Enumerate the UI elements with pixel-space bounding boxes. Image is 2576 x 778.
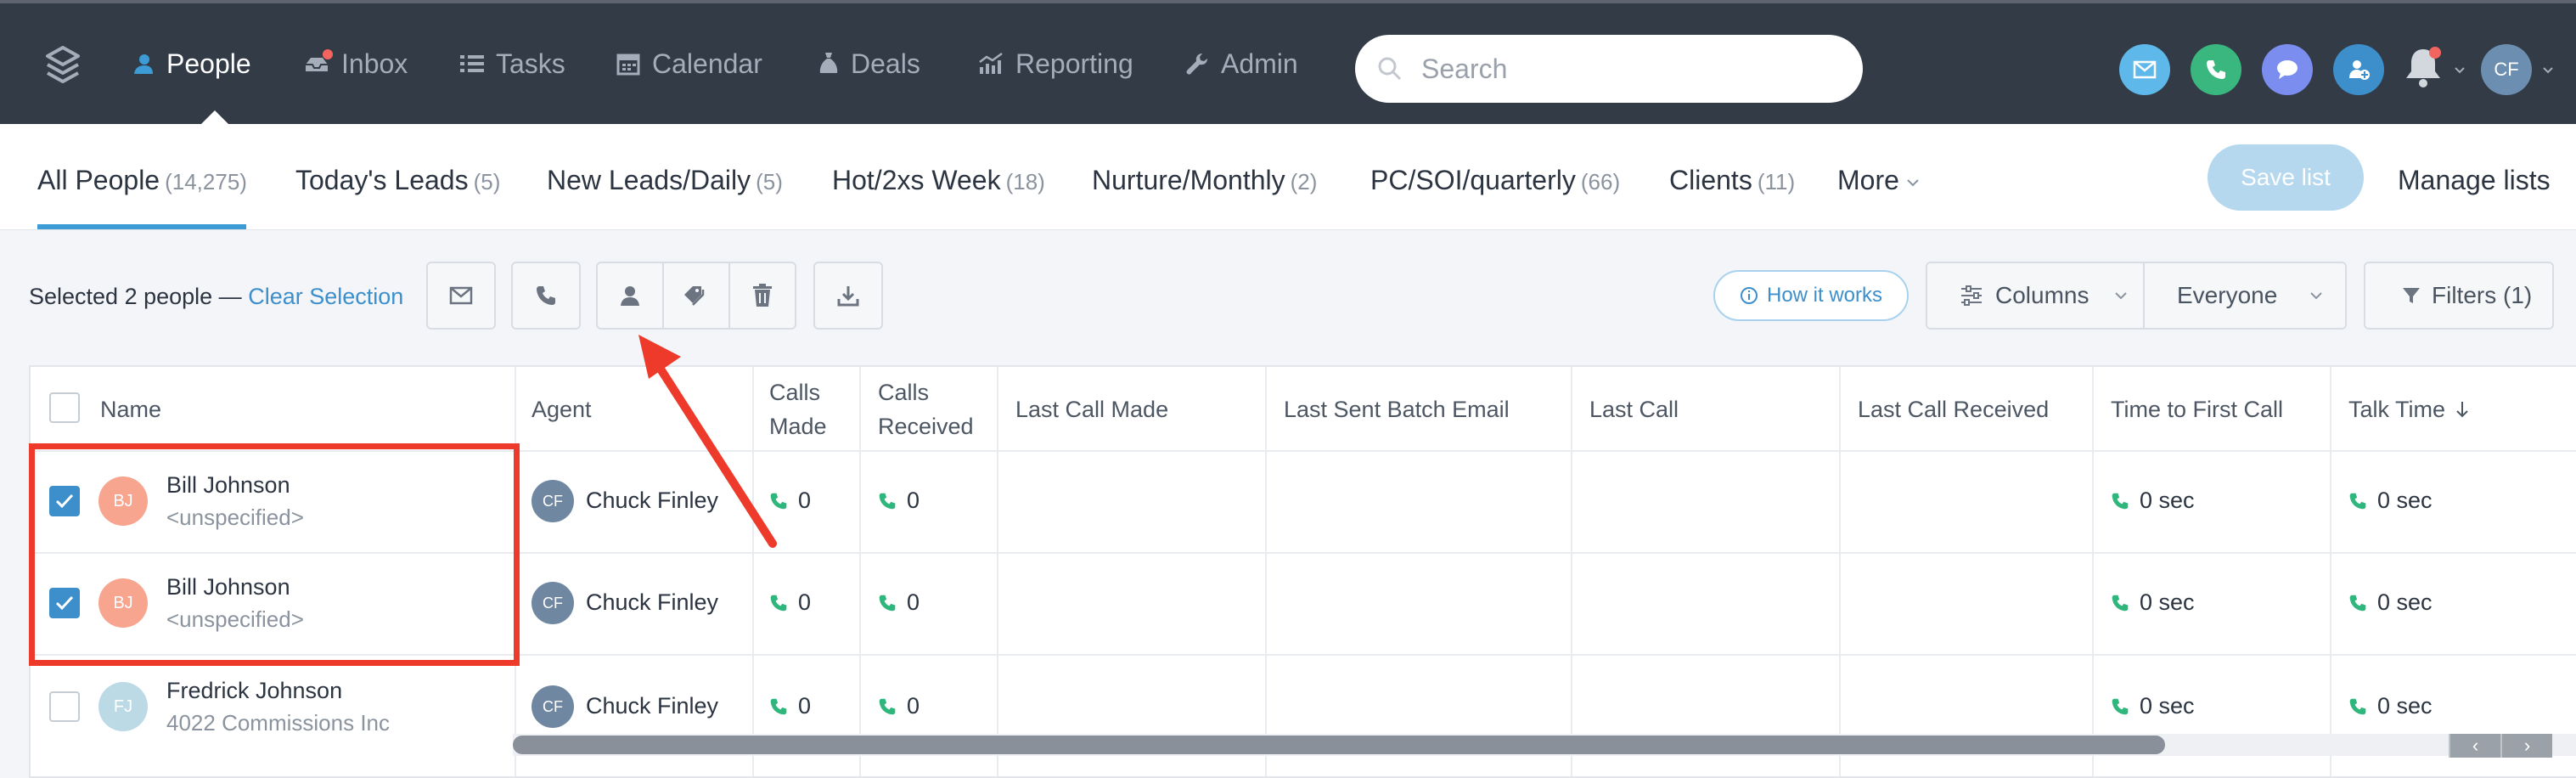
annotation-arrow-icon	[638, 335, 777, 548]
